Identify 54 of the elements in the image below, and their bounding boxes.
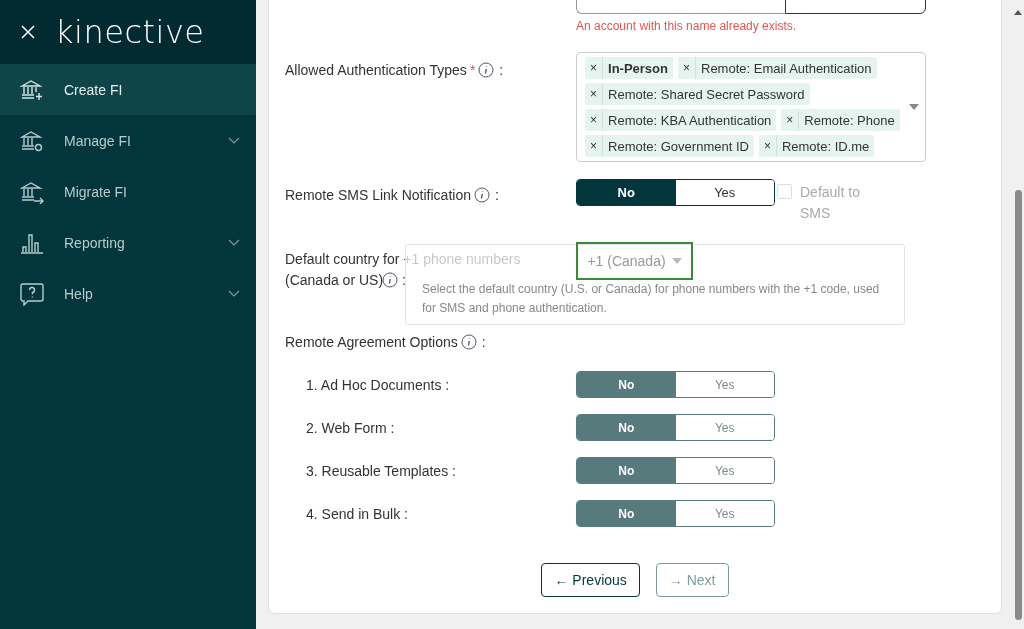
field-label: Allowed Authentication Types: [285, 61, 467, 80]
multi-select[interactable]: × In-Person × Remote: Email Authentication × Remote: Shared Secret Password × Remote: KBA Authentication × Remote: Phone × Remote: Government ID × Remote: ID.me: [576, 52, 926, 162]
tag-label: Remote: Government ID: [607, 138, 750, 154]
option-label: 3. Reusable Templates :: [306, 461, 456, 481]
colon: :: [499, 61, 504, 80]
remove-button[interactable]: ×: [585, 109, 603, 131]
field-label: Remote SMS Link Notification: [285, 186, 471, 205]
toggle-option[interactable]: No: [577, 180, 676, 205]
chevron-down-icon: [228, 238, 240, 247]
previous-button[interactable]: ← Previous: [541, 563, 640, 597]
help-icon: [20, 281, 44, 306]
remove-button[interactable]: ×: [678, 57, 696, 79]
caret-icon: [671, 258, 682, 264]
info-icon[interactable]: [460, 334, 477, 350]
sidebar-item[interactable]: Help: [0, 268, 256, 319]
field-label: (Canada or US): [285, 271, 384, 290]
info-icon[interactable]: [473, 187, 490, 203]
colon: :: [494, 186, 499, 205]
caret-icon: [909, 104, 919, 110]
logo: kinective: [55, 13, 205, 51]
info-icon[interactable]: [382, 272, 398, 288]
bank-icon: [20, 179, 44, 204]
scrollbar-thumb[interactable]: [1014, 190, 1022, 620]
close-icon[interactable]: [21, 25, 35, 39]
sidebar-item[interactable]: Migrate FI: [0, 166, 256, 217]
remove-button[interactable]: ×: [585, 135, 603, 157]
sidebar-item[interactable]: Manage FI: [0, 115, 256, 166]
tag-label: Remote: Email Authentication: [700, 60, 873, 76]
sidebar-item[interactable]: Create FI: [0, 64, 256, 115]
bank-icon: [20, 77, 44, 102]
remove-button[interactable]: ×: [758, 135, 777, 157]
option-label: 1. Ad Hoc Documents :: [306, 375, 450, 395]
colon: :: [481, 333, 486, 352]
section-label: Remote Agreement Options: [285, 333, 458, 352]
option-label: 2. Web Form :: [306, 418, 395, 438]
sidebar-item[interactable]: Reporting: [0, 217, 256, 268]
required-mark: *: [469, 61, 476, 80]
tag-label: Remote: Phone: [803, 112, 896, 128]
bank-icon: [20, 128, 44, 153]
info-icon[interactable]: [478, 62, 495, 78]
remove-button[interactable]: ×: [585, 83, 603, 105]
chevron-down-icon: [228, 289, 240, 298]
remove-button[interactable]: ×: [585, 57, 603, 79]
tag-label: Remote: KBA Authentication: [607, 112, 773, 128]
option-label: 4. Send in Bulk :: [306, 504, 408, 524]
tag-label: Remote: Shared Secret Password: [607, 86, 806, 102]
chevron-down-icon: [228, 136, 240, 145]
remove-button[interactable]: ×: [781, 109, 800, 131]
tag-label: In-Person: [607, 60, 669, 76]
scroll-up-icon[interactable]: [1014, 10, 1022, 15]
error-message: An account with this name already exists.: [576, 18, 798, 34]
tag-label: Remote: ID.me: [780, 138, 871, 154]
checkbox-label: Default to SMS: [800, 183, 861, 223]
colon: :: [402, 271, 406, 290]
